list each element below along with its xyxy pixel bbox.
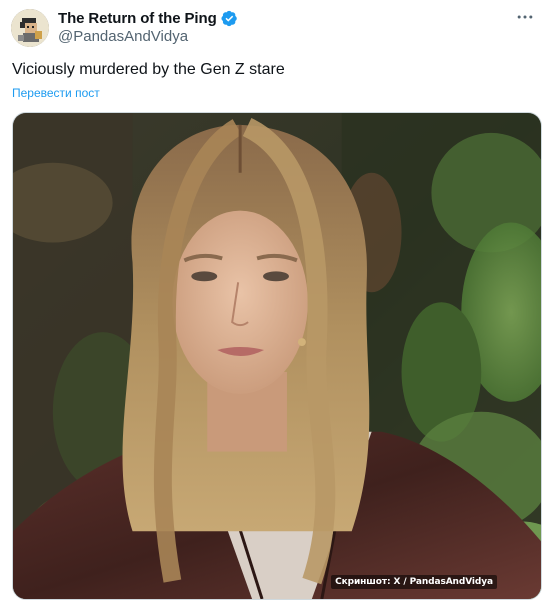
more-options-button[interactable] [512,6,538,28]
tweet-media-image[interactable]: Скриншот: X / PandasAndVidya [12,112,542,600]
pixel-character-avatar-icon [11,9,49,47]
author-handle[interactable]: @PandasAndVidya [58,28,188,45]
tweet-card: The Return of the Ping @PandasAndVidya V… [0,0,552,602]
verified-badge-icon [221,10,238,27]
avatar[interactable] [11,9,49,47]
more-horizontal-icon [517,15,533,19]
photo-portrait [13,113,541,599]
display-name[interactable]: The Return of the Ping [58,10,217,27]
translate-post-link[interactable]: Перевести пост [12,86,100,100]
tweet-text: Viciously murdered by the Gen Z stare [12,61,285,78]
screenshot-watermark: Скриншот: X / PandasAndVidya [331,575,497,589]
author-name-row: The Return of the Ping [58,8,238,28]
